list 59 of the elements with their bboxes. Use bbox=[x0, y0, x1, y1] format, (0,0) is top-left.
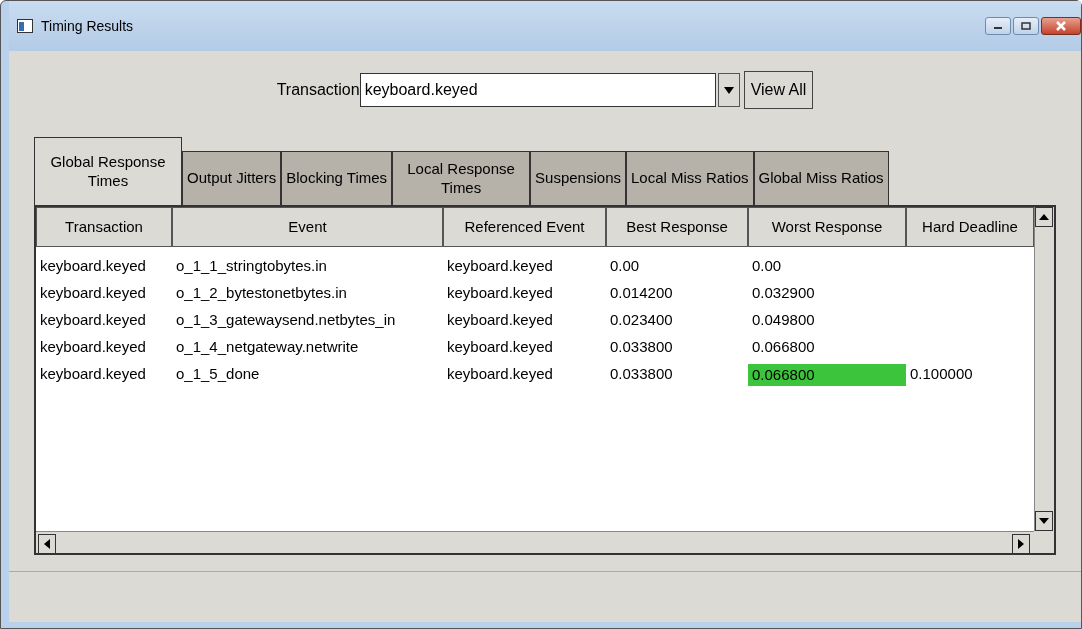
table-cell-text: o_1_2_bytestonetbytes.in bbox=[175, 283, 348, 304]
table-cell-text: keyboard.keyed bbox=[39, 337, 147, 358]
window-title: Timing Results bbox=[41, 16, 134, 36]
minimize-button[interactable] bbox=[985, 17, 1011, 35]
tab[interactable]: Global Miss Ratios bbox=[753, 151, 889, 205]
table-cell-text: 0.00 bbox=[751, 256, 783, 277]
left-arrow-icon bbox=[44, 539, 50, 549]
table-cell-text: keyboard.keyed bbox=[39, 310, 147, 331]
table-cell-text: keyboard.keyed bbox=[446, 364, 554, 385]
column-header[interactable]: Worst Response bbox=[748, 207, 906, 247]
maximize-button[interactable] bbox=[1013, 17, 1039, 35]
table-cell-text: keyboard.keyed bbox=[39, 256, 147, 277]
maximize-icon bbox=[1021, 22, 1031, 30]
table-cell-text: 0.032900 bbox=[751, 283, 816, 304]
table-cell-text: 0.100000 bbox=[909, 364, 974, 385]
column-header[interactable]: Best Response bbox=[606, 207, 748, 247]
table-cell-text: 0.033800 bbox=[609, 337, 674, 358]
close-button[interactable] bbox=[1041, 17, 1081, 35]
up-arrow-icon bbox=[1039, 214, 1049, 220]
table-cell-text: 0.049800 bbox=[751, 310, 816, 331]
table-cell: 0.066800 bbox=[748, 363, 906, 386]
table-cell-text: 0.066800 bbox=[751, 337, 816, 358]
right-arrow-icon bbox=[1018, 539, 1024, 549]
scroll-down-button[interactable] bbox=[1035, 511, 1053, 531]
tab[interactable]: Local Miss Ratios bbox=[626, 151, 754, 205]
table-cell-text: keyboard.keyed bbox=[446, 283, 554, 304]
down-arrow-icon bbox=[1039, 518, 1049, 524]
table-cell-text: o_1_5_done bbox=[175, 364, 261, 385]
tab[interactable]: Blocking Times bbox=[281, 151, 393, 205]
view-all-button[interactable]: View All bbox=[743, 71, 814, 109]
table-cell-text: 0.014200 bbox=[609, 283, 674, 304]
table-cell-text: keyboard.keyed bbox=[39, 283, 147, 304]
tab[interactable]: Output Jitters bbox=[182, 151, 282, 205]
table-cell-text: o_1_3_gatewaysend.netbytes_in bbox=[175, 310, 397, 331]
column-header[interactable]: Transaction bbox=[36, 207, 172, 247]
close-icon bbox=[1055, 21, 1067, 31]
table-cell-text: keyboard.keyed bbox=[446, 256, 554, 277]
table-cell-text: keyboard.keyed bbox=[39, 364, 147, 385]
table-cell-text: 0.023400 bbox=[609, 310, 674, 331]
table-cell-text: 0.033800 bbox=[609, 364, 674, 385]
window-icon bbox=[17, 19, 33, 33]
tab[interactable]: Global Response Times bbox=[34, 137, 182, 205]
table-cell-text: 0.00 bbox=[609, 256, 641, 277]
table-cell-text: keyboard.keyed bbox=[446, 337, 554, 358]
table-cell-text: o_1_4_netgateway.netwrite bbox=[175, 337, 360, 358]
scroll-left-button[interactable] bbox=[38, 534, 56, 554]
scroll-right-button[interactable] bbox=[1012, 534, 1030, 554]
tab[interactable]: Local Response Times bbox=[392, 151, 531, 205]
transaction-label: Transaction bbox=[276, 80, 360, 100]
column-header[interactable]: Referenced Event bbox=[443, 207, 606, 247]
table-cell-text: o_1_1_stringtobytes.in bbox=[175, 256, 328, 277]
tab[interactable]: Suspensions bbox=[530, 151, 626, 205]
column-header[interactable]: Event bbox=[172, 207, 443, 247]
table-cell-text: keyboard.keyed bbox=[446, 310, 554, 331]
scroll-up-button[interactable] bbox=[1035, 207, 1053, 227]
caret-icon bbox=[723, 86, 734, 94]
dropdown-button[interactable] bbox=[717, 73, 740, 107]
transaction-field[interactable]: keyboard.keyed bbox=[359, 73, 716, 107]
column-header[interactable]: Hard Deadline bbox=[906, 207, 1034, 247]
